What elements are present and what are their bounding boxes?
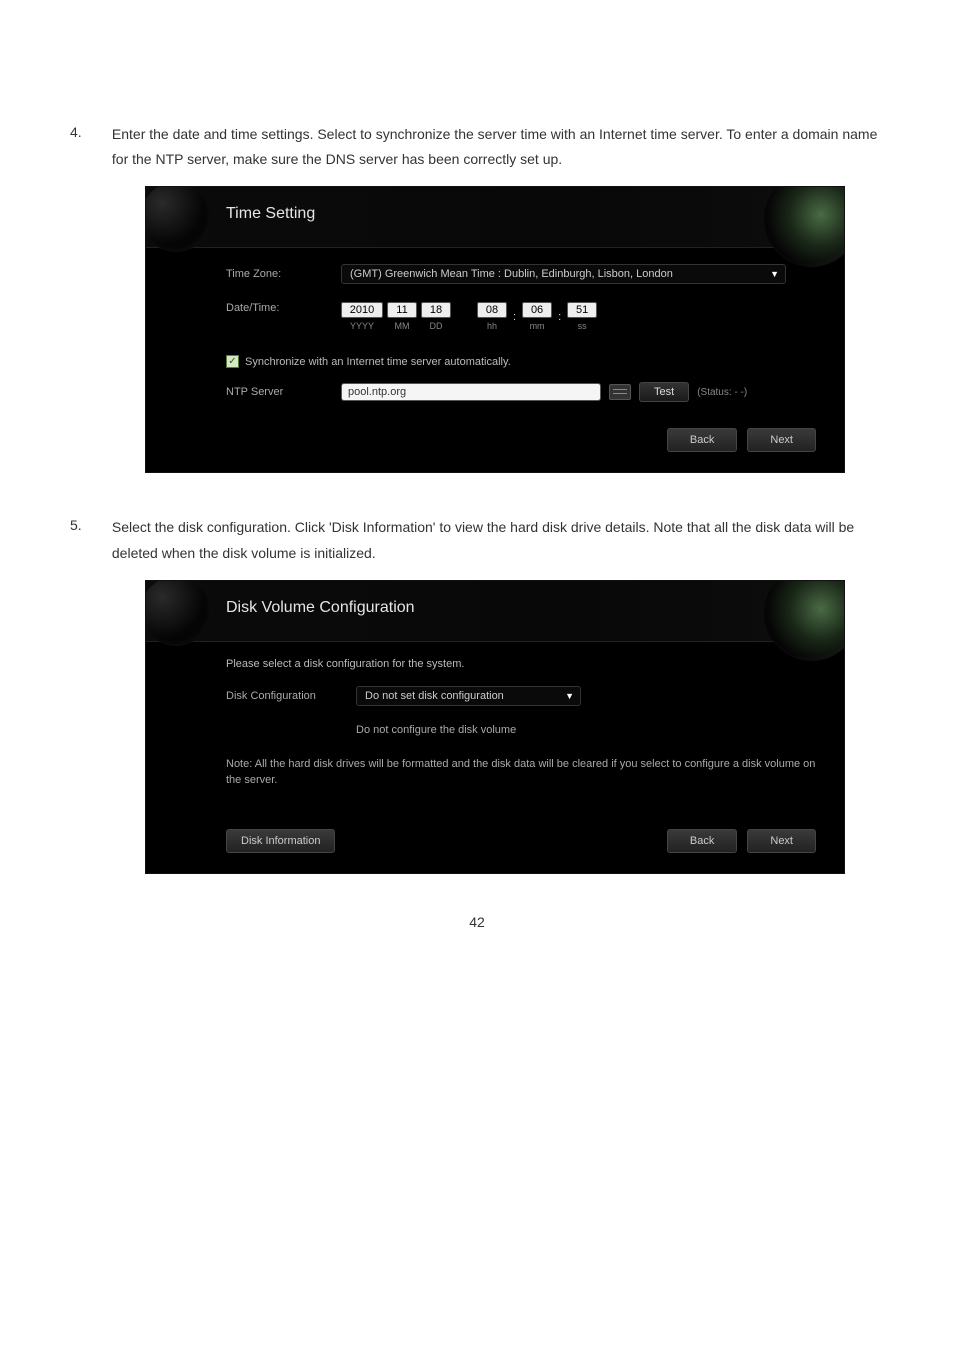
- next-button[interactable]: Next: [747, 829, 816, 853]
- config-description: Do not configure the disk volume: [356, 724, 826, 736]
- panel-intro: Please select a disk configuration for t…: [226, 658, 826, 670]
- year-sublabel: YYYY: [350, 321, 374, 331]
- panel-header: Disk Volume Configuration: [146, 581, 844, 641]
- page-number: 42: [70, 914, 884, 930]
- colon-separator: :: [511, 311, 518, 323]
- minute-sublabel: mm: [530, 321, 545, 331]
- test-status: (Status: - -): [697, 387, 747, 398]
- datetime-label: Date/Time:: [226, 302, 341, 314]
- hour-input[interactable]: 08: [477, 302, 507, 318]
- disk-config-label: Disk Configuration: [226, 690, 356, 702]
- second-sublabel: ss: [578, 321, 587, 331]
- dropdown-arrow-icon: ▼: [770, 269, 779, 279]
- panel-title: Time Setting: [226, 205, 826, 223]
- timezone-select[interactable]: (GMT) Greenwich Mean Time : Dublin, Edin…: [341, 264, 786, 284]
- disk-note: Note: All the hard disk drives will be f…: [226, 756, 826, 789]
- step-5-instruction: 5. Select the disk configuration. Click …: [70, 513, 884, 565]
- keyboard-icon[interactable]: [609, 384, 631, 400]
- header-orb-left: [145, 186, 211, 252]
- timezone-label: Time Zone:: [226, 268, 341, 280]
- timezone-value: (GMT) Greenwich Mean Time : Dublin, Edin…: [350, 268, 673, 280]
- step-4-number: 4.: [70, 120, 108, 145]
- month-sublabel: MM: [395, 321, 410, 331]
- step-5-text: Select the disk configuration. Click 'Di…: [112, 513, 884, 565]
- step-4-text: Enter the date and time settings. Select…: [112, 120, 884, 172]
- panel-header: Time Setting: [146, 187, 844, 247]
- disk-config-value: Do not set disk configuration: [365, 690, 504, 702]
- disk-config-panel: Disk Volume Configuration Please select …: [145, 580, 845, 874]
- dropdown-arrow-icon: ▼: [565, 691, 574, 701]
- ntp-label: NTP Server: [226, 386, 341, 398]
- disk-config-select[interactable]: Do not set disk configuration ▼: [356, 686, 581, 706]
- test-button[interactable]: Test: [639, 382, 689, 402]
- sync-checkbox-label: Synchronize with an Internet time server…: [245, 356, 511, 368]
- panel-title: Disk Volume Configuration: [226, 599, 826, 617]
- time-setting-panel: Time Setting Time Zone: (GMT) Greenwich …: [145, 186, 845, 473]
- step-4-instruction: 4. Enter the date and time settings. Sel…: [70, 120, 884, 172]
- day-sublabel: DD: [430, 321, 443, 331]
- colon-separator: :: [556, 311, 563, 323]
- day-input[interactable]: 18: [421, 302, 451, 318]
- hour-sublabel: hh: [487, 321, 497, 331]
- back-button[interactable]: Back: [667, 428, 737, 452]
- header-orb-left: [145, 580, 211, 646]
- step-5-number: 5.: [70, 513, 108, 538]
- year-input[interactable]: 2010: [341, 302, 383, 318]
- back-button[interactable]: Back: [667, 829, 737, 853]
- minute-input[interactable]: 06: [522, 302, 552, 318]
- next-button[interactable]: Next: [747, 428, 816, 452]
- disk-info-button[interactable]: Disk Information: [226, 829, 335, 853]
- month-input[interactable]: 11: [387, 302, 417, 318]
- sync-checkbox[interactable]: ✓: [226, 355, 239, 368]
- ntp-server-input[interactable]: [341, 383, 601, 401]
- second-input[interactable]: 51: [567, 302, 597, 318]
